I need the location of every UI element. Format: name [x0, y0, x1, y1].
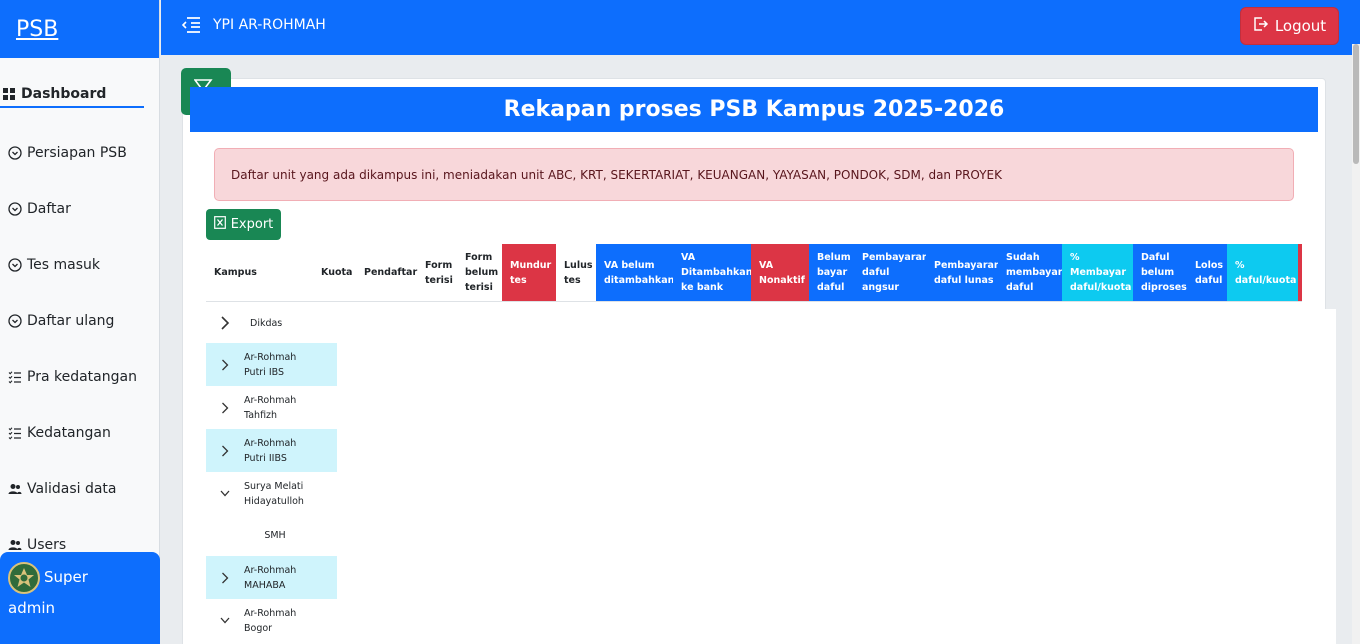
table-row[interactable]: Surya Melati Hidayatulloh: [206, 472, 320, 515]
sidebar-item-label: Dashboard: [21, 86, 107, 102]
table-row[interactable]: Ar-Rohmah Putri IIBS: [206, 429, 337, 472]
info-alert: Daftar unit yang ada dikampus ini, menia…: [214, 148, 1294, 201]
col-header[interactable]: Pendaftar: [356, 244, 417, 301]
col-header[interactable]: Belum bayar daful: [809, 244, 854, 301]
row-label: Dikdas: [250, 317, 283, 329]
chevron-down-icon[interactable]: [206, 617, 244, 624]
checklist-icon: [8, 370, 22, 384]
page-title: Rekapan proses PSB Kampus 2025-2026: [190, 87, 1318, 132]
sidebar-item-daftar[interactable]: Daftar: [8, 201, 71, 217]
sidebar-item-pra-kedatangan[interactable]: Pra kedatangan: [8, 369, 137, 385]
user-name-line2: admin: [8, 599, 55, 617]
grid-icon: [2, 87, 16, 101]
chevron-circle-icon: [8, 314, 22, 328]
scrollbar-thumb[interactable]: [1353, 44, 1359, 164]
row-label: Surya Melati Hidayatulloh: [244, 480, 304, 507]
col-header[interactable]: % daful/kuota: [1227, 244, 1298, 301]
header-edge: [1298, 244, 1302, 301]
col-header[interactable]: Daful belum diproses: [1133, 244, 1187, 301]
chevron-right-icon[interactable]: [206, 359, 244, 371]
sidebar-item-label: Persiapan PSB: [27, 145, 127, 161]
chevron-circle-icon: [8, 146, 22, 160]
row-label: Ar-Rohmah Bogor: [244, 607, 297, 634]
row-label: SMH: [264, 530, 286, 541]
brand-text[interactable]: PSB: [16, 17, 58, 42]
sidebar-item-label: Validasi data: [27, 481, 117, 497]
col-header[interactable]: Form belum terisi: [457, 244, 502, 301]
logout-icon: [1253, 16, 1269, 36]
sidebar-item-tes-masuk[interactable]: Tes masuk: [8, 257, 100, 273]
sidebar-item-persiapan-psb[interactable]: Persiapan PSB: [8, 145, 127, 161]
sidebar-item-label: Tes masuk: [27, 257, 101, 273]
table-body-area: [337, 309, 1336, 644]
row-label: Ar-Rohmah Putri IIBS: [244, 437, 297, 464]
sidebar: PSB Dashboard Persiapan PSB Daftar Tes m…: [0, 0, 160, 644]
logout-button[interactable]: Logout: [1240, 7, 1339, 45]
checklist-icon: [8, 426, 22, 440]
page-scrollbar[interactable]: [1352, 44, 1360, 644]
top-navbar: YPI AR-ROHMAH Logout: [161, 0, 1360, 55]
col-header[interactable]: % Membayar daful/kuota: [1062, 244, 1133, 301]
col-header[interactable]: Pembayaran daful angsur: [854, 244, 929, 301]
excel-icon: [213, 216, 226, 233]
table-row[interactable]: Ar-Rohmah MAHABA: [206, 556, 337, 599]
users-icon: [8, 538, 22, 552]
user-panel[interactable]: Super admin: [0, 552, 160, 644]
col-header[interactable]: VA Nonaktif: [751, 244, 809, 301]
chevron-right-icon[interactable]: [206, 402, 244, 414]
sidebar-item-daftar-ulang[interactable]: Daftar ulang: [8, 313, 114, 329]
sidebar-item-label: Kedatangan: [27, 425, 111, 441]
col-header[interactable]: Kampus: [206, 244, 313, 301]
col-header[interactable]: VA belum ditambahkan: [596, 244, 674, 301]
table-row[interactable]: Ar-Rohmah Putri IBS: [206, 343, 337, 386]
sidebar-item-validasi-data[interactable]: Validasi data: [8, 481, 116, 497]
sidebar-item-label: Users: [27, 537, 67, 553]
col-header[interactable]: Sudah membayar daful: [998, 244, 1062, 301]
sidebar-item-label: Daftar ulang: [27, 313, 115, 329]
sidebar-item-kedatangan[interactable]: Kedatangan: [8, 425, 111, 441]
col-header[interactable]: Mundur tes: [502, 244, 556, 301]
col-header[interactable]: Pembayaran daful lunas: [926, 244, 1001, 301]
chevron-right-icon[interactable]: [206, 572, 244, 584]
sidebar-item-label: Pra kedatangan: [27, 369, 137, 385]
brand[interactable]: PSB: [0, 0, 159, 58]
col-header[interactable]: Form terisi: [417, 244, 457, 301]
chevron-down-icon[interactable]: [206, 490, 244, 497]
col-header[interactable]: Lolos daful: [1187, 244, 1227, 301]
chevron-circle-icon: [8, 202, 22, 216]
divider: [206, 301, 1302, 302]
export-label: Export: [230, 217, 274, 232]
menu-toggle-icon[interactable]: [181, 16, 201, 34]
avatar: [8, 562, 40, 594]
row-label: Ar-Rohmah Putri IBS: [244, 351, 297, 378]
export-button[interactable]: Export: [206, 209, 281, 240]
sidebar-item-users[interactable]: Users: [8, 537, 66, 553]
sidebar-item-label: Daftar: [27, 201, 71, 217]
chevron-right-icon[interactable]: [206, 316, 244, 330]
users-icon: [8, 482, 22, 496]
app-title: YPI AR-ROHMAH: [213, 17, 326, 33]
user-name-line1: Super: [44, 568, 88, 586]
col-header[interactable]: Lulus tes: [556, 244, 596, 301]
col-header[interactable]: Kuota: [313, 244, 356, 301]
table-row[interactable]: SMH: [206, 515, 320, 556]
table-row[interactable]: Dikdas: [206, 306, 337, 340]
chevron-right-icon[interactable]: [206, 445, 244, 457]
row-label: Ar-Rohmah Tahfizh: [244, 394, 297, 421]
table-row[interactable]: Ar-Rohmah Bogor: [206, 599, 320, 642]
sidebar-item-dashboard[interactable]: Dashboard: [0, 86, 144, 108]
table-row[interactable]: Ar-Rohmah Tahfizh: [206, 386, 320, 429]
logout-label: Logout: [1274, 17, 1327, 35]
chevron-circle-icon: [8, 258, 22, 272]
col-header[interactable]: VA Ditambahkan ke bank: [673, 244, 752, 301]
row-label: Ar-Rohmah MAHABA: [244, 564, 297, 591]
